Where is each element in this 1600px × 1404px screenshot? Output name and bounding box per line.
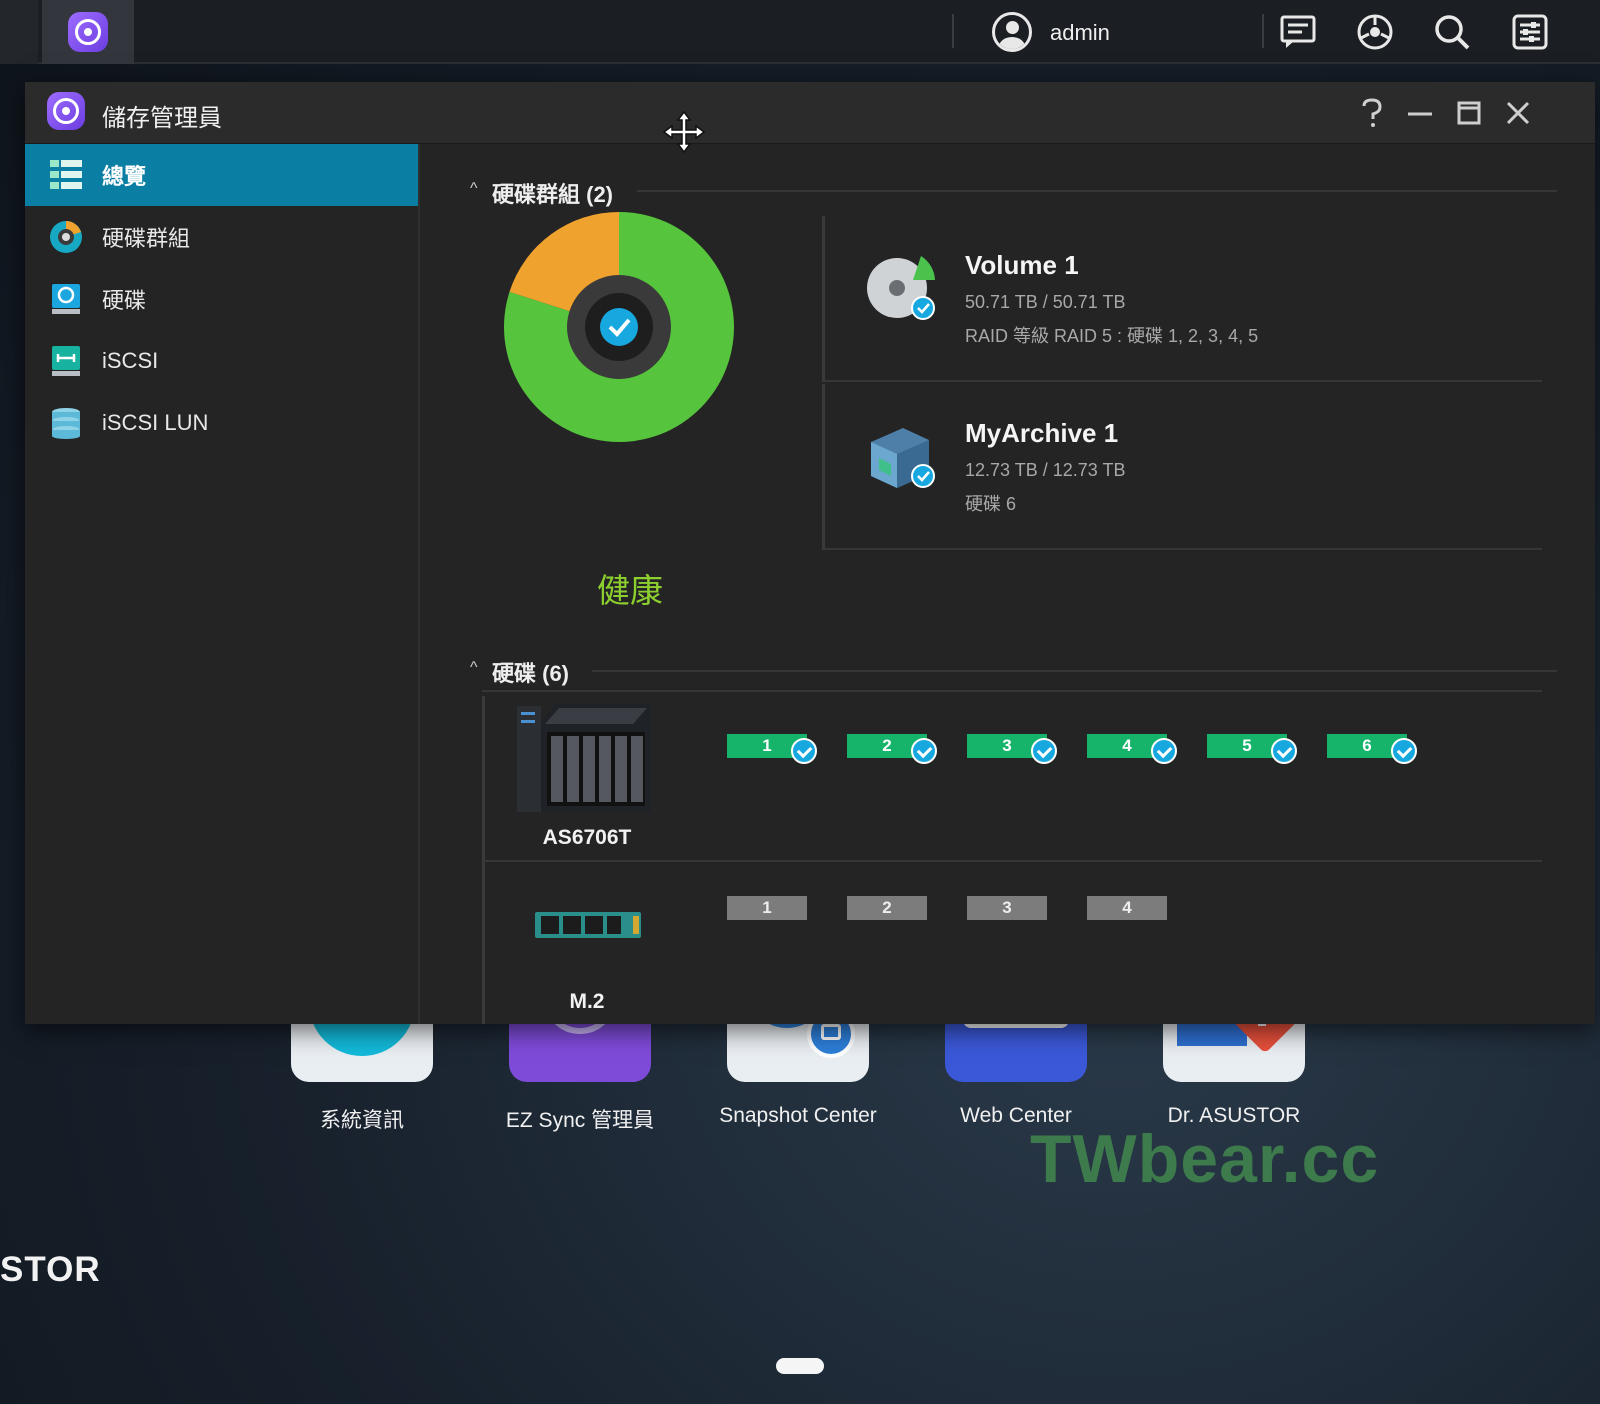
- taskbar-app-storage-manager[interactable]: [42, 0, 134, 64]
- disk-bay-4[interactable]: 4: [1087, 896, 1167, 920]
- disk-bay-3[interactable]: 3: [967, 734, 1057, 764]
- desktop-app-label: EZ Sync 管理員: [505, 1109, 655, 1132]
- close-icon[interactable]: [1501, 96, 1535, 130]
- sidebar-item-volume[interactable]: 硬碟群組: [25, 206, 418, 268]
- disk-ok-check-icon: [1151, 738, 1177, 764]
- volume-description: RAID 等級 RAID 5 : 硬碟 1, 2, 3, 4, 5: [965, 326, 1259, 346]
- overview-icon: [50, 160, 82, 189]
- sidebar-item-label: iSCSI LUN: [102, 410, 209, 435]
- sidebar-item-label: 硬碟: [102, 288, 147, 313]
- healthy-check-icon: [600, 308, 638, 346]
- sidebar-item-label: 硬碟群組: [102, 226, 191, 251]
- disk-bay-2[interactable]: 2: [847, 734, 937, 764]
- disk-ok-check-icon: [1391, 738, 1417, 764]
- storage-manager-window: 儲存管理員 總覽 硬碟群組 硬碟 iSCSI iSCSI LUN ^ 硬碟群組 …: [25, 82, 1595, 1024]
- section-divider: [592, 670, 1557, 672]
- home-indicator[interactable]: [776, 1358, 824, 1374]
- device-row-m2: M.2 1 2 3 4: [482, 862, 1542, 1024]
- help-icon[interactable]: [1355, 96, 1389, 130]
- volume-description: 硬碟 6: [965, 494, 1017, 514]
- disk-bay-label: 6: [1362, 736, 1372, 755]
- user-icon[interactable]: [992, 12, 1032, 52]
- disk-ok-check-icon: [911, 738, 937, 764]
- sidebar-item-iscsi[interactable]: iSCSI: [25, 330, 418, 392]
- settings-icon[interactable]: [1510, 12, 1550, 52]
- disk-ok-check-icon: [791, 738, 817, 764]
- device-row-as6706t: AS6706T 1 2 3 4 5 6: [482, 696, 1542, 862]
- disk-bay-label: 5: [1242, 736, 1252, 755]
- sidebar-item-iscsi-lun[interactable]: iSCSI LUN: [25, 392, 418, 454]
- collapse-caret-icon[interactable]: ^: [470, 180, 478, 198]
- taskbar-divider: [1262, 14, 1264, 48]
- volume-pie-icon: [867, 256, 935, 320]
- volume-name: Volume 1: [965, 250, 1079, 280]
- brand-text: STOR: [0, 1250, 101, 1289]
- disk-bay-2[interactable]: 2: [847, 896, 927, 920]
- disk-bay-6[interactable]: 6: [1327, 734, 1417, 764]
- disk-ok-check-icon: [1271, 738, 1297, 764]
- volume-card[interactable]: MyArchive 1 12.73 TB / 12.73 TB 硬碟 6: [822, 384, 1542, 550]
- volume-usage-chart: [504, 212, 734, 442]
- main-content: ^ 硬碟群組 (2) 健康 Volume 1 50.71 TB / 50.71 …: [422, 144, 1595, 1024]
- window-title: 儲存管理員: [102, 105, 222, 132]
- sidebar-item-disk[interactable]: 硬碟: [25, 268, 418, 330]
- disk-bay-label: 4: [1122, 898, 1132, 917]
- disk-bay-label: 3: [1002, 736, 1012, 755]
- health-status: 健康: [597, 572, 663, 609]
- disk-bay-4[interactable]: 4: [1087, 734, 1177, 764]
- m2-ssd-icon: [535, 912, 641, 938]
- device-name: M.2: [569, 990, 605, 1013]
- disk-bay-label: 2: [882, 736, 892, 755]
- minimize-icon[interactable]: [1403, 96, 1437, 130]
- disk-bay-1[interactable]: 1: [727, 896, 807, 920]
- myarchive-icon: [871, 428, 935, 488]
- section-divider: [637, 190, 1557, 192]
- disk-icon: [52, 284, 80, 314]
- taskbar: admin: [0, 0, 1600, 64]
- disk-bay-label: 1: [762, 898, 772, 917]
- disk-bay-label: 3: [1002, 898, 1012, 917]
- sidebar-item-label: 總覽: [102, 164, 147, 189]
- volume-card[interactable]: Volume 1 50.71 TB / 50.71 TB RAID 等級 RAI…: [822, 216, 1542, 382]
- storage-manager-icon: [68, 12, 108, 52]
- maximize-icon[interactable]: [1452, 96, 1486, 130]
- iscsi-icon: [52, 346, 80, 376]
- volume-capacity: 12.73 TB / 12.73 TB: [965, 460, 1126, 480]
- disk-bay-1[interactable]: 1: [727, 734, 817, 764]
- disk-bay-5[interactable]: 5: [1207, 734, 1297, 764]
- nas-device-icon: [517, 704, 651, 812]
- disk-bay-3[interactable]: 3: [967, 896, 1047, 920]
- desktop-app-label: 系統資訊: [320, 1109, 404, 1132]
- taskbar-left-cap: [0, 0, 38, 64]
- iscsi-lun-icon: [52, 408, 80, 439]
- sidebar-item-label: iSCSI: [102, 348, 159, 373]
- volume-capacity: 50.71 TB / 50.71 TB: [965, 292, 1126, 312]
- watermark: TWbear.cc: [1030, 1121, 1380, 1197]
- section-divider: [482, 690, 1542, 692]
- search-icon[interactable]: [1432, 12, 1472, 52]
- storage-manager-icon: [47, 92, 85, 130]
- disk-bay-label: 1: [762, 736, 772, 755]
- section-title-disks[interactable]: 硬碟 (6): [492, 656, 569, 688]
- volume-name: MyArchive 1: [965, 418, 1119, 448]
- window-titlebar[interactable]: 儲存管理員: [25, 82, 1595, 154]
- disk-bay-label: 4: [1122, 736, 1132, 755]
- disk-ok-check-icon: [1031, 738, 1057, 764]
- device-name: AS6706T: [542, 826, 632, 849]
- username[interactable]: admin: [1050, 20, 1110, 46]
- volume-icon: [50, 221, 82, 253]
- taskbar-divider: [952, 14, 954, 48]
- desktop-app-label: Snapshot Center: [719, 1104, 877, 1127]
- sidebar-item-overview[interactable]: 總覽: [25, 144, 418, 206]
- sidebar: 總覽 硬碟群組 硬碟 iSCSI iSCSI LUN: [25, 144, 420, 1024]
- monitor-icon[interactable]: [1355, 12, 1395, 52]
- disk-bay-label: 2: [882, 898, 892, 917]
- section-title-volumes[interactable]: 硬碟群組 (2): [492, 177, 613, 209]
- notification-icon[interactable]: [1278, 12, 1318, 52]
- collapse-caret-icon[interactable]: ^: [470, 659, 478, 677]
